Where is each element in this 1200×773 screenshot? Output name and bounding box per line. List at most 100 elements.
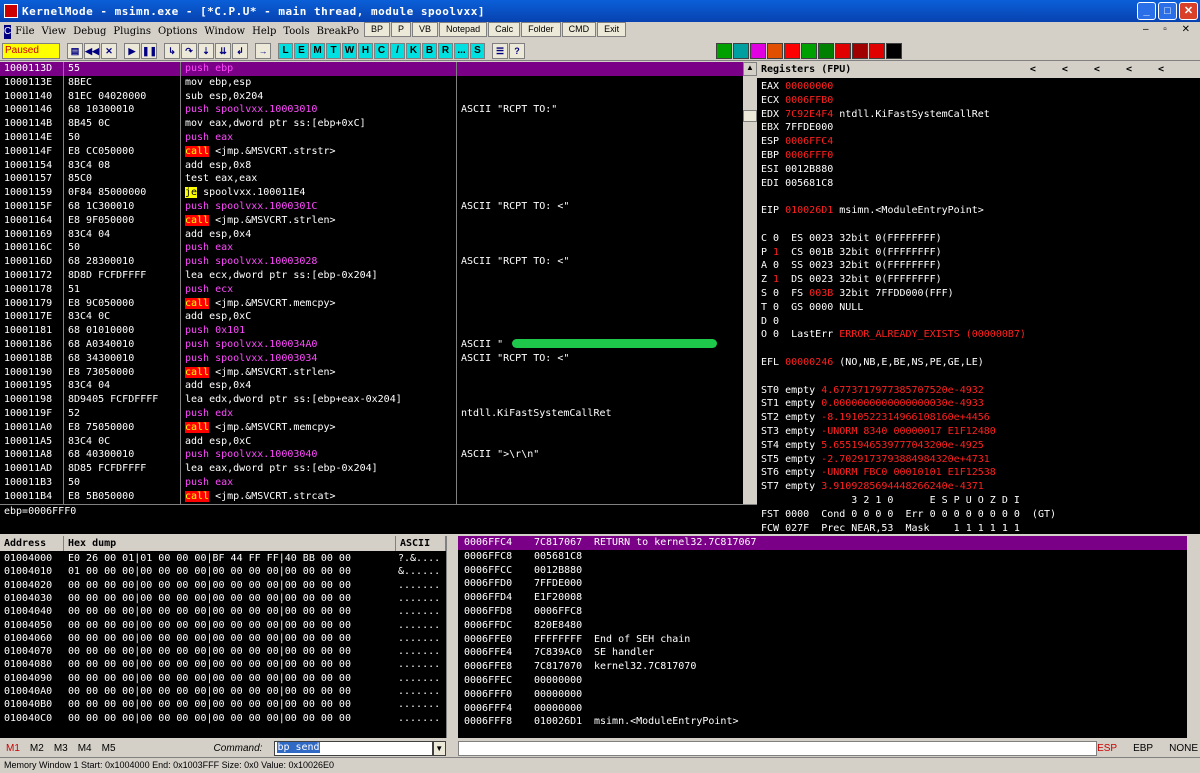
stack-row[interactable]: 0006FFF8 010026D1 msimn.<ModuleEntryPoint> bbox=[458, 715, 1187, 729]
disassembly-row[interactable]: 10001146 68 10300010 push spoolvxx.1000301… bbox=[0, 103, 757, 117]
run-icon[interactable]: ▶ bbox=[124, 42, 140, 59]
registers-pane[interactable]: Registers (FPU) <<<<< EAX 00000000 ECX 00… bbox=[757, 62, 1200, 534]
handles-button[interactable]: H bbox=[358, 42, 373, 59]
stack-row[interactable]: 0006FFDC 820E8480 bbox=[458, 619, 1187, 633]
stack-row[interactable]: 0006FFCC 0012B880 bbox=[458, 564, 1187, 578]
plugin-icon[interactable] bbox=[835, 42, 851, 59]
maximize-button[interactable]: □ bbox=[1158, 2, 1177, 20]
disassembly-row[interactable]: 10001172 8D8D FCFDFFFF lea ecx,dword ptr s… bbox=[0, 269, 757, 283]
disassembly-scrollbar[interactable]: ▲ bbox=[743, 62, 757, 504]
disassembly-row[interactable]: 100011AD 8D85 FCFDFFFF lea eax,dword ptr s… bbox=[0, 462, 757, 476]
mark-m2[interactable]: M2 bbox=[30, 743, 44, 754]
stack-row[interactable]: 0006FFEC 00000000 bbox=[458, 674, 1187, 688]
restart-icon[interactable]: ◀◀ bbox=[84, 42, 100, 59]
plugin-icon[interactable] bbox=[886, 42, 902, 59]
plugin-icon[interactable] bbox=[869, 42, 885, 59]
command-input[interactable]: bp send bbox=[274, 740, 433, 756]
register-line[interactable]: EIP 010026D1 msimn.<ModuleEntryPoint> bbox=[761, 204, 984, 218]
disassembly-row[interactable]: 100011B3 50 push eax bbox=[0, 476, 757, 490]
disassembly-row[interactable]: 1000118B 68 34300010 push spoolvxx.1000303… bbox=[0, 352, 757, 366]
register-line[interactable]: ECX 0006FFB0 bbox=[761, 94, 833, 108]
close-process-icon[interactable]: ✕ bbox=[101, 42, 117, 59]
stack-row[interactable]: 0006FFE8 7C817070 kernel32.7C817070 bbox=[458, 660, 1187, 674]
close-button[interactable]: ✕ bbox=[1179, 2, 1198, 20]
menu-breakpoints[interactable]: BreakPo bbox=[317, 26, 359, 37]
register-line[interactable]: O 0 LastErr ERROR_ALREADY_EXISTS (000000… bbox=[761, 328, 1026, 342]
follow-esp-button[interactable]: ESP bbox=[1097, 743, 1117, 754]
disassembly-row[interactable]: 10001164 E8 9F050000 call <jmp.&MSVCRT.str… bbox=[0, 214, 757, 228]
go-to-icon[interactable]: → bbox=[255, 42, 271, 59]
calc-button[interactable]: Calc bbox=[488, 22, 521, 37]
bp-button[interactable]: BP bbox=[364, 22, 391, 37]
notepad-button[interactable]: Notepad bbox=[439, 22, 488, 37]
menu-tools[interactable]: Tools bbox=[283, 26, 309, 37]
plugin-icon[interactable] bbox=[767, 42, 783, 59]
follow-ebp-button[interactable]: EBP bbox=[1133, 743, 1153, 754]
stack-scrollbar[interactable] bbox=[1187, 536, 1200, 738]
memory-button[interactable]: M bbox=[310, 42, 325, 59]
mdi-controls[interactable]: – ▫ ✕ bbox=[1143, 24, 1196, 35]
register-line[interactable]: EFL 00000246 (NO,NB,E,BE,NS,PE,GE,LE) bbox=[761, 356, 984, 370]
menu-options[interactable]: Options bbox=[158, 26, 197, 37]
stack-row[interactable]: 0006FFD8 0006FFC8 bbox=[458, 605, 1187, 619]
register-line[interactable]: ST5 empty -2.7029173793884984320e+4731 bbox=[761, 453, 990, 467]
plugin-icon[interactable] bbox=[818, 42, 834, 59]
menu-help[interactable]: Help bbox=[252, 26, 276, 37]
register-line[interactable]: S 0 FS 003B 32bit 7FFDD000(FFF) bbox=[761, 287, 954, 301]
disassembly-row[interactable]: 10001154 83C4 08 add esp,0x8 bbox=[0, 159, 757, 173]
step-over-icon[interactable]: ↷ bbox=[181, 42, 197, 59]
register-line[interactable]: EBP 0006FFF0 bbox=[761, 149, 833, 163]
disassembly-row[interactable]: 100011A8 68 40300010 push spoolvxx.1000304… bbox=[0, 448, 757, 462]
menu-file[interactable]: File bbox=[15, 26, 34, 37]
command-dropdown-icon[interactable]: ▼ bbox=[432, 740, 446, 756]
register-line[interactable]: EAX 00000000 bbox=[761, 80, 833, 94]
follow-none-button[interactable]: NONE bbox=[1169, 743, 1198, 754]
folder-button[interactable]: Folder bbox=[521, 22, 561, 37]
menu-debug[interactable]: Debug bbox=[73, 26, 106, 37]
p-button[interactable]: P bbox=[391, 22, 412, 37]
register-line[interactable]: T 0 GS 0000 NULL bbox=[761, 301, 863, 315]
register-line[interactable]: ST1 empty 0.0000000000000000030e-4933 bbox=[761, 397, 984, 411]
hex-dump-pane[interactable]: Address Hex dump ASCII 01004000 E0 26 00 … bbox=[0, 536, 446, 738]
stack-row[interactable]: 0006FFD4 E1F20008 bbox=[458, 591, 1187, 605]
breakpoints-button[interactable]: B bbox=[422, 42, 437, 59]
options-icon[interactable]: ☰ bbox=[492, 42, 508, 59]
stack-pane[interactable]: 0006FFC4 7C817067 RETURN to kernel32.7C817… bbox=[458, 536, 1200, 738]
trace-into-icon[interactable]: ⇣ bbox=[198, 42, 214, 59]
stack-row[interactable]: 0006FFE0 FFFFFFFF End of SEH chain bbox=[458, 633, 1187, 647]
register-line[interactable]: ST6 empty -UNORM FBC0 00010101 E1F12538 bbox=[761, 466, 996, 480]
step-into-icon[interactable]: ↳ bbox=[164, 42, 180, 59]
help-icon[interactable]: ? bbox=[509, 42, 525, 59]
disassembly-row[interactable]: 10001190 E8 73050000 call <jmp.&MSVCRT.str… bbox=[0, 366, 757, 380]
modules-button[interactable]: E bbox=[294, 42, 309, 59]
dump-header-hex[interactable]: Hex dump bbox=[64, 536, 396, 551]
disassembly-row[interactable]: 10001159 0F84 85000000 je spoolvxx.100011E… bbox=[0, 186, 757, 200]
register-line[interactable]: FCW 027F Prec NEAR,53 Mask 1 1 1 1 1 1 bbox=[761, 522, 1020, 536]
disassembly-row[interactable]: 1000113D 55 push ebp bbox=[0, 62, 757, 76]
disassembly-row[interactable]: 10001179 E8 9C050000 call <jmp.&MSVCRT.mem… bbox=[0, 297, 757, 311]
plugin-icon[interactable] bbox=[750, 42, 766, 59]
register-line[interactable]: Z 1 DS 0023 32bit 0(FFFFFFFF) bbox=[761, 273, 942, 287]
register-line[interactable]: ESP 0006FFC4 bbox=[761, 135, 833, 149]
mark-m3[interactable]: M3 bbox=[54, 743, 68, 754]
patches-button[interactable]: / bbox=[390, 42, 405, 59]
disassembly-row[interactable]: 10001140 81EC 04020000 sub esp,0x204 bbox=[0, 90, 757, 104]
dump-header-address[interactable]: Address bbox=[0, 536, 64, 551]
dump-scrollbar[interactable] bbox=[446, 536, 458, 738]
stack-row[interactable]: 0006FFF4 00000000 bbox=[458, 702, 1187, 716]
register-line[interactable]: 3 2 1 0 E S P U O Z D I bbox=[761, 494, 1020, 508]
disassembly-row[interactable]: 100011B4 E8 5B050000 call <jmp.&MSVCRT.str… bbox=[0, 490, 757, 504]
vb-button[interactable]: VB bbox=[412, 22, 439, 37]
minimize-button[interactable]: _ bbox=[1137, 2, 1156, 20]
disassembly-row[interactable]: 1000114F E8 CC050000 call <jmp.&MSVCRT.str… bbox=[0, 145, 757, 159]
disassembly-row[interactable]: 10001198 8D9405 FCFDFFFF lea edx,dword ptr… bbox=[0, 393, 757, 407]
disassembly-row[interactable]: 1000115F 68 1C300010 push spoolvxx.1000301… bbox=[0, 200, 757, 214]
menu-window[interactable]: Window bbox=[204, 26, 245, 37]
register-line[interactable]: ST4 empty 5.6551946539777043200e-4925 bbox=[761, 439, 984, 453]
disassembly-row[interactable]: 100011A5 83C4 0C add esp,0xC bbox=[0, 435, 757, 449]
open-icon[interactable]: ▤ bbox=[67, 42, 83, 59]
register-line[interactable]: ST2 empty -8.1910522314966108160e+4456 bbox=[761, 411, 990, 425]
stack-row[interactable]: 0006FFC4 7C817067 RETURN to kernel32.7C817… bbox=[458, 536, 1187, 550]
call-stack-button[interactable]: K bbox=[406, 42, 421, 59]
log-window-button[interactable]: L bbox=[278, 42, 293, 59]
